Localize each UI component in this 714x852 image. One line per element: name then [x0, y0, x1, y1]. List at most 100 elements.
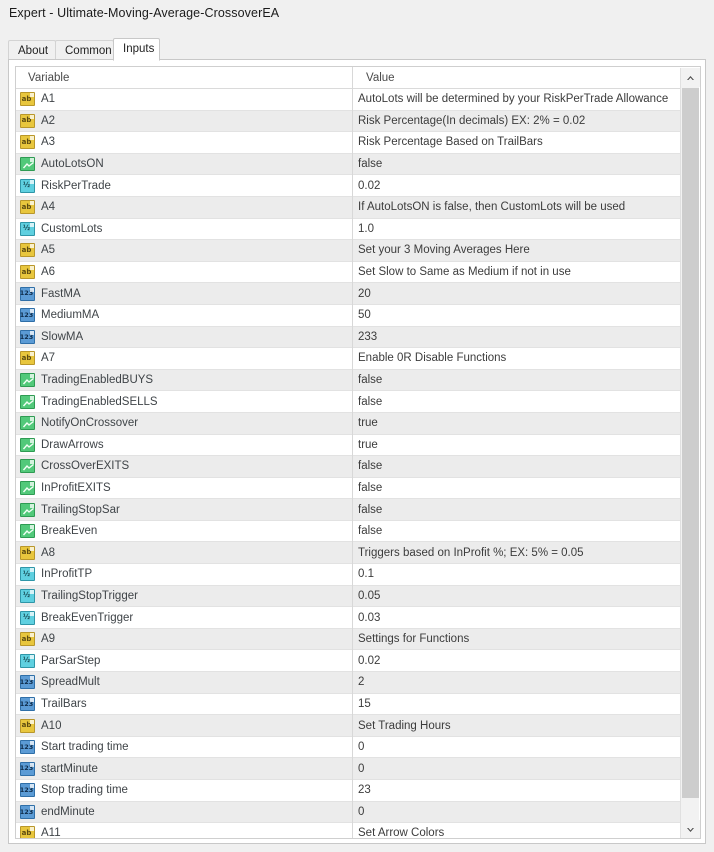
cell-variable[interactable]: 123 TrailBars	[16, 694, 352, 715]
cell-value[interactable]: Risk Percentage Based on TrailBars	[353, 132, 681, 153]
table-row[interactable]: ab A7 Enable 0R Disable Functions	[16, 348, 681, 370]
cell-value[interactable]: Set your 3 Moving Averages Here	[353, 240, 681, 261]
cell-variable[interactable]: BreakEven	[16, 521, 352, 542]
cell-value[interactable]: Set Trading Hours	[353, 715, 681, 736]
cell-value[interactable]: false	[353, 499, 681, 520]
table-row[interactable]: ½ TrailingStopTrigger 0.05	[16, 585, 681, 608]
cell-variable[interactable]: ab A5	[16, 240, 352, 261]
cell-variable[interactable]: CrossOverEXITS	[16, 456, 352, 477]
table-row[interactable]: 123 TrailBars 15	[16, 693, 681, 716]
cell-variable[interactable]: 123 startMinute	[16, 758, 352, 779]
tab-about[interactable]: About	[8, 40, 56, 60]
cell-variable[interactable]: ½ TrailingStopTrigger	[16, 586, 352, 607]
cell-value[interactable]: 0	[353, 737, 681, 758]
cell-value[interactable]: false	[353, 478, 681, 499]
cell-variable[interactable]: DrawArrows	[16, 435, 352, 456]
cell-value[interactable]: Set Slow to Same as Medium if not in use	[353, 262, 681, 283]
table-row[interactable]: ab A11 Set Arrow Colors	[16, 823, 681, 838]
cell-variable[interactable]: ab A3	[16, 132, 352, 153]
tab-inputs[interactable]: Inputs	[113, 38, 160, 61]
cell-value[interactable]: 0	[353, 758, 681, 779]
cell-value[interactable]: Triggers based on InProfit %; EX: 5% = 0…	[353, 542, 681, 563]
table-row[interactable]: ab A4 If AutoLotsON is false, then CustomL…	[16, 196, 681, 219]
cell-variable[interactable]: ½ InProfitTP	[16, 564, 352, 585]
cell-variable[interactable]: ab A7	[16, 348, 352, 369]
table-row[interactable]: ½ InProfitTP 0.1	[16, 564, 681, 586]
table-row[interactable]: NotifyOnCrossover true	[16, 412, 681, 435]
cell-value[interactable]: If AutoLotsON is false, then CustomLots …	[353, 197, 681, 218]
table-row[interactable]: TrailingStopSar false	[16, 499, 681, 521]
cell-value[interactable]: 1.0	[353, 219, 681, 240]
cell-variable[interactable]: 123 FastMA	[16, 283, 352, 304]
table-row[interactable]: ab A10 Set Trading Hours	[16, 715, 681, 737]
cell-value[interactable]: 0.02	[353, 175, 681, 196]
table-row[interactable]: ½ ParSarStep 0.02	[16, 650, 681, 673]
table-row[interactable]: ab A3 Risk Percentage Based on TrailBars	[16, 132, 681, 154]
table-row[interactable]: 123 startMinute 0	[16, 758, 681, 780]
header-cell-variable[interactable]: Variable	[16, 67, 352, 88]
table-row[interactable]: 123 SpreadMult 2	[16, 672, 681, 694]
table-row[interactable]: 123 FastMA 20	[16, 283, 681, 305]
cell-variable[interactable]: ½ BreakEvenTrigger	[16, 607, 352, 628]
table-row[interactable]: ½ BreakEvenTrigger 0.03	[16, 607, 681, 629]
cell-value[interactable]: 0.02	[353, 650, 681, 671]
table-row[interactable]: DrawArrows true	[16, 434, 681, 457]
cell-variable[interactable]: ab A2	[16, 111, 352, 132]
cell-variable[interactable]: 123 MediumMA	[16, 305, 352, 326]
cell-value[interactable]: 0.05	[353, 586, 681, 607]
table-row[interactable]: 123 Stop trading time 23	[16, 780, 681, 802]
cell-variable[interactable]: ab A1	[16, 89, 352, 110]
cell-variable[interactable]: ½ CustomLots	[16, 219, 352, 240]
table-row[interactable]: ½ RiskPerTrade 0.02	[16, 175, 681, 197]
cell-value[interactable]: false	[353, 154, 681, 175]
column-separator[interactable]	[352, 67, 353, 838]
table-row[interactable]: InProfitEXITS false	[16, 477, 681, 500]
cell-value[interactable]: 20	[353, 283, 681, 304]
table-row[interactable]: ab A9 Settings for Functions	[16, 628, 681, 651]
header-cell-value[interactable]: Value	[353, 67, 681, 88]
table-row[interactable]: BreakEven false	[16, 520, 681, 543]
cell-value[interactable]: true	[353, 413, 681, 434]
cell-value[interactable]: Risk Percentage(In decimals) EX: 2% = 0.…	[353, 111, 681, 132]
table-row[interactable]: ab A2 Risk Percentage(In decimals) EX: 2% …	[16, 110, 681, 133]
table-row[interactable]: TradingEnabledBUYS false	[16, 369, 681, 392]
cell-value[interactable]: 233	[353, 327, 681, 348]
cell-value[interactable]: 23	[353, 780, 681, 801]
cell-value[interactable]: false	[353, 391, 681, 412]
cell-value[interactable]: 15	[353, 694, 681, 715]
cell-variable[interactable]: AutoLotsON	[16, 154, 352, 175]
cell-variable[interactable]: 123 Stop trading time	[16, 780, 352, 801]
table-row[interactable]: ½ CustomLots 1.0	[16, 218, 681, 241]
cell-value[interactable]: false	[353, 456, 681, 477]
cell-variable[interactable]: ab A6	[16, 262, 352, 283]
scrollbar-thumb[interactable]	[682, 88, 699, 798]
table-row[interactable]: ab A5 Set your 3 Moving Averages Here	[16, 240, 681, 262]
table-row[interactable]: 123 Start trading time 0	[16, 736, 681, 759]
cell-variable[interactable]: ab A4	[16, 197, 352, 218]
table-row[interactable]: AutoLotsON false	[16, 153, 681, 176]
cell-variable[interactable]: ½ RiskPerTrade	[16, 175, 352, 196]
table-row[interactable]: 123 SlowMA 233	[16, 326, 681, 349]
cell-value[interactable]: 2	[353, 672, 681, 693]
table-row[interactable]: 123 endMinute 0	[16, 801, 681, 824]
cell-variable[interactable]: 123 SlowMA	[16, 327, 352, 348]
cell-variable[interactable]: TradingEnabledSELLS	[16, 391, 352, 412]
cell-variable[interactable]: ab A8	[16, 542, 352, 563]
cell-value[interactable]: false	[353, 521, 681, 542]
cell-value[interactable]: Set Arrow Colors	[353, 823, 681, 838]
cell-variable[interactable]: TradingEnabledBUYS	[16, 370, 352, 391]
table-row[interactable]: ab A8 Triggers based on InProfit %; EX: 5%…	[16, 542, 681, 565]
cell-value[interactable]: AutoLots will be determined by your Risk…	[353, 89, 681, 110]
vertical-scrollbar[interactable]	[680, 68, 700, 838]
cell-value[interactable]: true	[353, 435, 681, 456]
cell-value[interactable]: 0	[353, 802, 681, 823]
table-row[interactable]: TradingEnabledSELLS false	[16, 391, 681, 413]
cell-variable[interactable]: InProfitEXITS	[16, 478, 352, 499]
scroll-up-button[interactable]	[681, 68, 700, 87]
cell-value[interactable]: false	[353, 370, 681, 391]
cell-variable[interactable]: 123 endMinute	[16, 802, 352, 823]
tab-common[interactable]: Common	[55, 40, 114, 60]
table-row[interactable]: 123 MediumMA 50	[16, 304, 681, 327]
cell-value[interactable]: Settings for Functions	[353, 629, 681, 650]
cell-variable[interactable]: ab A9	[16, 629, 352, 650]
